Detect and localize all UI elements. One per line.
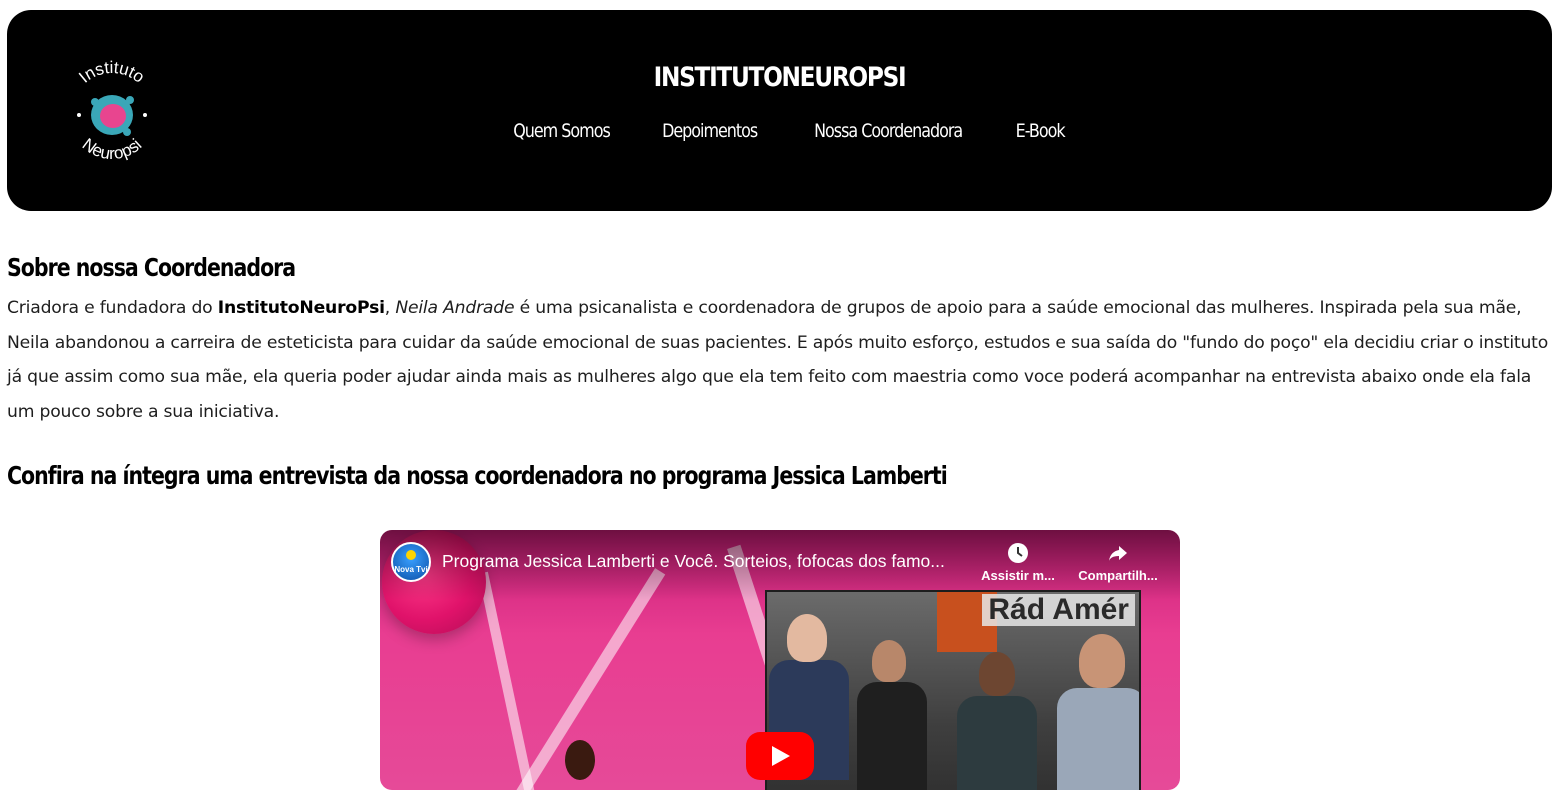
nav-nossa-coordenadora[interactable]: Nossa Coordenadora: [814, 120, 963, 142]
video-thumbnail-inset: Rád Amér: [765, 590, 1141, 790]
person-body: [857, 682, 927, 790]
video-title[interactable]: Programa Jessica Lamberti e Você. Sortei…: [442, 551, 945, 572]
channel-logo-icon: [406, 550, 416, 560]
play-button-icon[interactable]: [746, 732, 814, 780]
site-header: Instituto Neuropsi INSTITUTONEUROPSI Que…: [7, 10, 1552, 211]
coordinator-name: Neila Andrade: [395, 298, 515, 318]
share-icon: [1109, 546, 1127, 561]
decor-stripe: [478, 571, 542, 790]
nav-depoimentos[interactable]: Depoimentos: [662, 120, 758, 142]
channel-avatar[interactable]: Nova Tvi: [391, 542, 431, 582]
watch-later-label: Assistir m...: [981, 568, 1055, 583]
watch-later-button[interactable]: Assistir m...: [973, 542, 1063, 583]
host-figure: [565, 740, 595, 780]
person-head: [1079, 634, 1125, 688]
person-head: [787, 614, 827, 662]
about-heading: Sobre nossa Coordenadora: [7, 253, 296, 282]
nav-e-book[interactable]: E-Book: [1015, 120, 1065, 142]
person-body: [957, 696, 1037, 790]
about-paragraph: Criadora e fundadora do InstitutoNeuroPs…: [7, 291, 1557, 429]
nav-quem-somos[interactable]: Quem Somos: [513, 120, 611, 142]
studio-sign: Rád Amér: [982, 594, 1135, 626]
intro-prefix: Criadora e fundadora do: [7, 298, 218, 318]
separator: ,: [384, 298, 396, 318]
brand-name: InstitutoNeuroPsi: [217, 298, 385, 318]
person-body: [1057, 688, 1139, 790]
person-head: [979, 652, 1015, 696]
site-title[interactable]: INSTITUTONEUROPSI: [115, 62, 1444, 93]
share-button[interactable]: Compartilh...: [1073, 542, 1163, 583]
main-nav: Quem Somos Depoimentos Nossa Coordenador…: [7, 120, 1552, 142]
interview-heading: Confira na íntegra uma entrevista da nos…: [7, 461, 948, 490]
share-label: Compartilh...: [1078, 568, 1158, 583]
person-head: [872, 640, 906, 682]
clock-icon: [1008, 543, 1028, 563]
channel-badge-text: Nova Tvi: [394, 565, 428, 574]
video-embed[interactable]: Nova Tvi Programa Jessica Lamberti e Voc…: [380, 530, 1180, 790]
